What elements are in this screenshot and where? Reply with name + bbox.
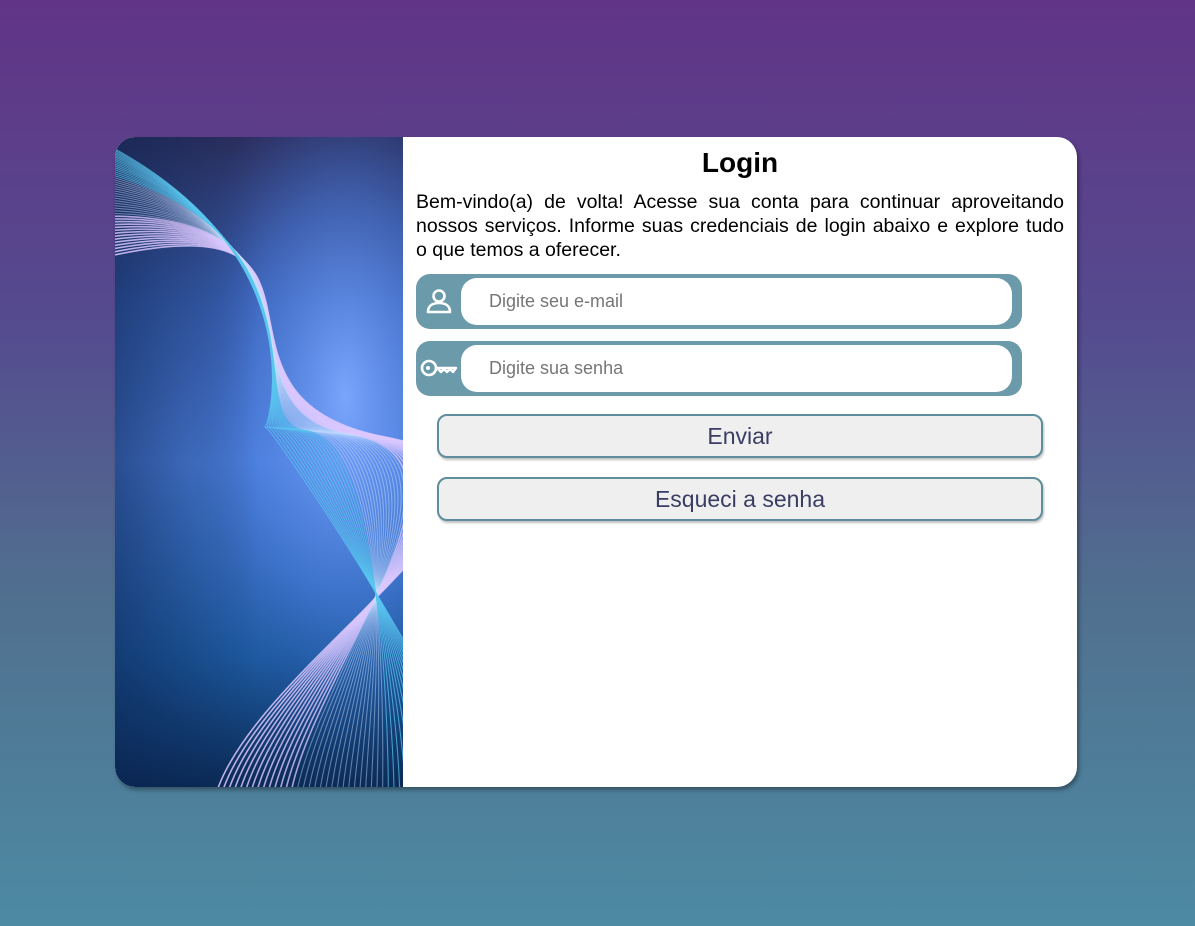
decorative-wave-image xyxy=(115,137,403,787)
email-field-group xyxy=(416,274,1022,329)
login-card: Login Bem-vindo(a) de volta! Acesse sua … xyxy=(115,137,1077,787)
user-icon xyxy=(420,284,458,318)
forgot-password-button[interactable]: Esqueci a senha xyxy=(437,477,1043,521)
password-input[interactable] xyxy=(461,345,1012,392)
page-title: Login xyxy=(701,147,779,178)
welcome-text: Bem-vindo(a) de volta! Acesse sua conta … xyxy=(416,191,1064,261)
submit-button[interactable]: Enviar xyxy=(437,414,1043,458)
password-field-group xyxy=(416,341,1022,396)
email-input[interactable] xyxy=(461,278,1012,325)
key-icon xyxy=(420,351,458,385)
login-panel: Login Bem-vindo(a) de volta! Acesse sua … xyxy=(416,137,1064,787)
